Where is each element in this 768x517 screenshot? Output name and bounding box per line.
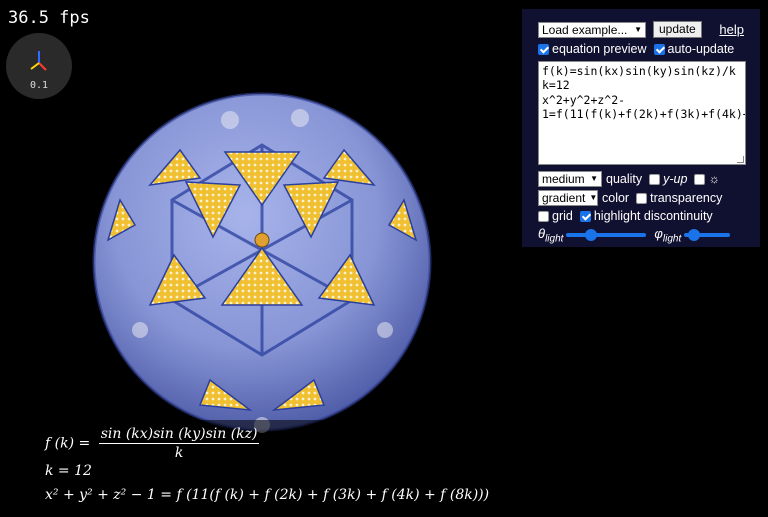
color-select[interactable]: gradient ▼ [538, 190, 598, 206]
formula-fraction: sin (kx)sin (ky)sin (kz) k [98, 426, 260, 461]
load-example-select[interactable]: Load example... ▼ [538, 21, 646, 38]
update-button[interactable]: update [653, 21, 702, 38]
grid-checkbox[interactable] [538, 210, 549, 222]
theta-light-slider[interactable] [566, 229, 647, 242]
phi-light-label: φlight [654, 226, 681, 245]
quality-label: quality [606, 172, 643, 186]
auto-update-checkbox[interactable] [653, 43, 665, 55]
color-value: gradient [542, 191, 586, 205]
phi-symbol: φ [654, 226, 663, 241]
help-link[interactable]: help [719, 22, 744, 37]
chevron-down-icon: ▼ [589, 193, 598, 202]
slider-thumb[interactable] [585, 229, 598, 242]
formula-numerator: sin (kx)sin (ky)sin (kz) [98, 426, 260, 444]
highlight-discontinuity-checkbox[interactable] [579, 210, 591, 222]
slider-track [566, 233, 647, 238]
phi-sub: light [662, 233, 682, 245]
theta-symbol: θ [538, 226, 546, 241]
phi-light-slider[interactable] [684, 229, 731, 242]
implicit-surface [92, 92, 432, 433]
y-up-label: y-up [663, 172, 688, 186]
equation-preview-label: equation preview [552, 42, 647, 56]
theta-light-label: θlight [538, 226, 563, 245]
slider-thumb[interactable] [688, 229, 701, 242]
grid-label: grid [552, 209, 573, 223]
color-label: color [602, 191, 630, 205]
light-toggle-checkbox[interactable] [694, 173, 706, 185]
formula-line-2: k = 12 [45, 463, 92, 479]
chevron-down-icon: ▼ [590, 174, 598, 183]
transparency-checkbox[interactable] [636, 192, 648, 204]
transparency-label: transparency [650, 191, 723, 205]
equation-text: f(k)=sin(kx)sin(ky)sin(kz)/k k=12 x^2+y^… [542, 64, 746, 121]
quality-value: medium [542, 172, 585, 186]
load-example-value: Load example... [542, 22, 628, 37]
auto-update-label: auto-update [667, 42, 735, 56]
equation-textarea[interactable]: f(k)=sin(kx)sin(ky)sin(kz)/k k=12 x^2+y^… [538, 61, 746, 165]
y-up-checkbox[interactable] [649, 173, 661, 185]
formula-line-1: f (k) = sin (kx)sin (ky)sin (kz) k [45, 426, 260, 461]
formula-lhs: f (k) = [45, 435, 91, 452]
highlight-discontinuity-label: highlight discontinuity [593, 209, 713, 223]
equation-preview: f (k) = sin (kx)sin (ky)sin (kz) k k = 1… [40, 420, 489, 515]
formula-line-3: x² + y² + z² − 1 = f (11(f (k) + f (2k) … [45, 487, 490, 503]
formula-denominator: k [174, 445, 184, 461]
chevron-down-icon: ▼ [634, 24, 642, 34]
quality-select[interactable]: medium ▼ [538, 171, 602, 187]
resize-handle-icon[interactable] [737, 156, 744, 163]
equation-preview-checkbox[interactable] [538, 43, 549, 55]
sun-icon: ☼ [708, 172, 720, 186]
control-panel: Load example... ▼ update help equation p… [522, 9, 760, 247]
theta-sub: light [545, 233, 564, 245]
